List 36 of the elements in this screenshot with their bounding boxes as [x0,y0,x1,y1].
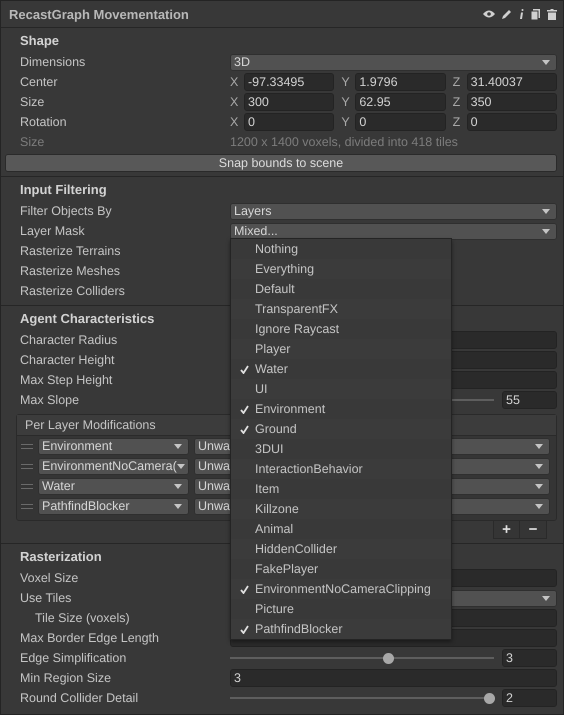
field-label: Edge Simplification [20,651,128,665]
field-label: Filter Objects By [20,204,113,218]
field-label: Max Border Edge Length [20,631,160,645]
info-text: 1200 x 1400 voxels, divided into 418 tiles [230,135,458,149]
field-label: Use Tiles [20,591,72,605]
section-heading: Input Filtering [20,181,107,199]
field-label: Character Height [20,353,116,367]
field-label: Rasterize Terrains [20,244,122,258]
axis-label: Z [452,75,462,89]
axis-label: X [230,75,240,89]
field-label: Rasterize Meshes [20,264,122,278]
axis-label: Y [341,75,351,89]
field-label: Tile Size (voxels) [34,611,131,625]
axis-label: Y [341,115,351,129]
component-title: RecastGraph Movementation [9,6,189,22]
field-label: Size [20,135,46,149]
axis-label: Y [341,95,351,109]
field-label: Max Step Height [20,373,114,387]
field-label: Dimensions [20,55,86,69]
field-label: Rotation [20,115,68,129]
field-label: Voxel Size [20,571,80,585]
field-label: Max Slope [20,393,80,407]
field-label: Min Region Size [20,671,112,685]
axis-label: Z [452,95,462,109]
section-heading: Agent Characteristics [20,310,154,328]
field-label: Center [20,75,59,89]
axis-label: X [230,115,240,129]
axis-label: Z [452,115,462,129]
section-heading: Rasterization [20,548,102,566]
axis-label: X [230,95,240,109]
section-heading: Shape [20,32,60,50]
field-label: Layer Mask [20,224,86,238]
field-label: Round Collider Detail [20,691,140,705]
field-label: Rasterize Colliders [20,284,126,298]
field-label: Size [20,95,46,109]
field-label: Character Radius [20,333,118,347]
